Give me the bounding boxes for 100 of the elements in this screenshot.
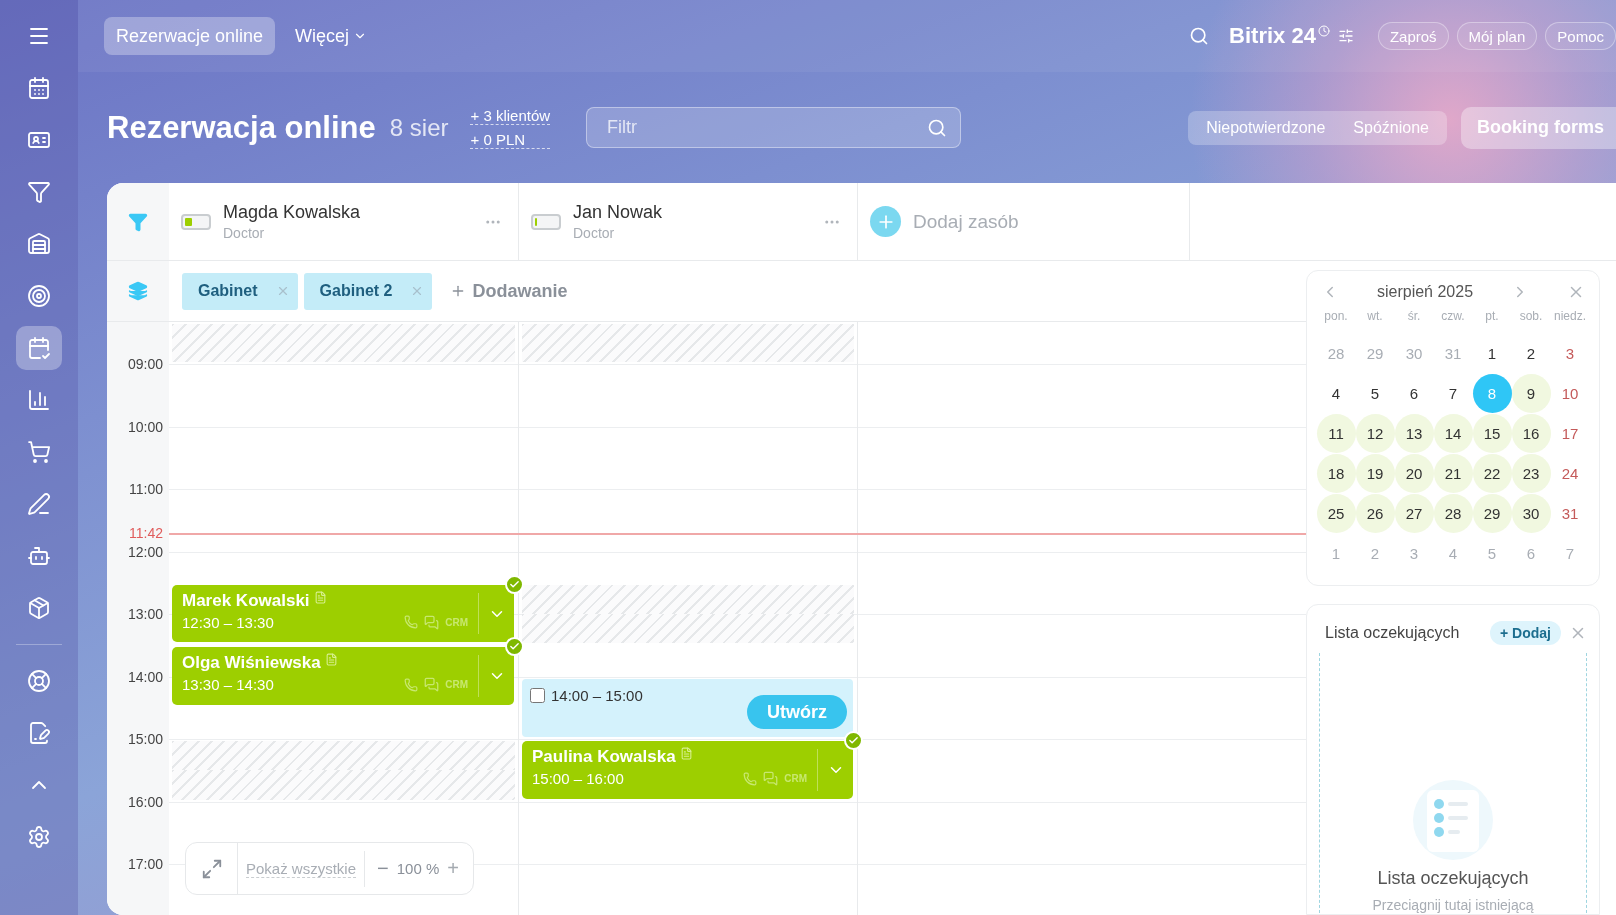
zoom-out-button[interactable]: − — [375, 857, 391, 880]
chat-icon[interactable] — [424, 614, 440, 630]
calendar-day[interactable]: 5 — [1355, 374, 1395, 413]
empty-title: Lista oczekujących — [1377, 868, 1529, 889]
calendar-day[interactable]: 19 — [1355, 454, 1395, 493]
tag-label: Gabinet — [198, 282, 258, 300]
calendar-day[interactable]: 22 — [1472, 454, 1512, 493]
booking-card[interactable]: Paulina Kowalska 15:00 – 16:00 CRM — [522, 741, 853, 799]
filter-icon[interactable] — [128, 211, 148, 232]
calendar-day[interactable]: 30 — [1511, 494, 1551, 533]
calendar-day[interactable]: 26 — [1355, 494, 1395, 533]
sliders-icon[interactable] — [1337, 28, 1354, 44]
booking-card[interactable]: Marek Kowalski 12:30 – 13:30 CRM — [172, 584, 514, 643]
chat-icon[interactable] — [424, 677, 440, 693]
weekday-label: czw. — [1440, 308, 1466, 325]
weekday-label: śr. — [1406, 308, 1422, 325]
calendar-day[interactable]: 8 — [1472, 374, 1512, 413]
calendar-day[interactable]: 5 — [1472, 534, 1512, 573]
hour-label: 14:00 — [127, 668, 163, 685]
calendar-day[interactable]: 14 — [1433, 414, 1473, 453]
layers-icon[interactable] — [128, 281, 148, 301]
phone-icon[interactable] — [743, 771, 758, 786]
add-tag-button[interactable]: Dodawanie — [444, 279, 574, 303]
hour-label: 16:00 — [127, 793, 163, 810]
calendar-day[interactable]: 30 — [1394, 334, 1434, 373]
calendar-day[interactable]: 4 — [1316, 374, 1356, 413]
create-button[interactable]: Utwórz — [747, 695, 847, 729]
header-button[interactable]: Mój plan — [1456, 22, 1538, 50]
calendar-day[interactable]: 12 — [1355, 414, 1395, 453]
calendar-day[interactable]: 1 — [1472, 334, 1512, 373]
header-button[interactable]: Pomoc — [1545, 22, 1616, 50]
calendar-day[interactable]: 20 — [1394, 454, 1434, 493]
booking-time: 13:30 – 14:30 — [182, 676, 274, 694]
zoom-in-button[interactable]: + — [445, 857, 461, 880]
filter-field[interactable]: Filtr — [586, 107, 962, 148]
page-date: 8 sier — [389, 113, 449, 142]
calendar-day[interactable]: 7 — [1550, 534, 1590, 573]
weekday-label: pt. — [1484, 308, 1500, 325]
resource-name: Magda Kowalska — [223, 202, 362, 223]
calendar-day[interactable]: 16 — [1511, 414, 1551, 453]
calendar-day[interactable]: 2 — [1511, 334, 1551, 373]
calendar-day[interactable]: 27 — [1394, 494, 1434, 533]
list-illustration-icon — [1413, 780, 1493, 860]
stat-link[interactable]: + 0 PLN — [470, 130, 551, 149]
logo-text: Bitrix 24 — [1229, 23, 1316, 49]
calendar-day[interactable]: 3 — [1394, 534, 1434, 573]
top-tab[interactable]: Więcej — [283, 17, 380, 55]
calendar-day[interactable]: 7 — [1433, 374, 1473, 413]
tag-chip[interactable]: Gabinet 2 — [303, 272, 433, 310]
calendar-day[interactable]: 21 — [1433, 454, 1473, 493]
phone-icon[interactable] — [404, 677, 419, 692]
calendar-day[interactable]: 24 — [1550, 454, 1590, 493]
calendar-check-icon[interactable] — [16, 326, 62, 370]
calendar-day[interactable]: 2 — [1355, 534, 1395, 573]
status-filter-button[interactable]: Niepotwierdzone — [1192, 113, 1340, 142]
show-all-link[interactable]: Pokaż wszystkie — [246, 859, 357, 878]
calendar-day[interactable]: 4 — [1433, 534, 1473, 573]
calendar-day[interactable]: 17 — [1550, 414, 1590, 453]
header-button[interactable]: Zaproś — [1377, 22, 1449, 50]
empty-hint: Przeciągnij tutaj istniejącą — [1372, 897, 1534, 913]
hour-label: 11:00 — [129, 481, 163, 497]
weekday-label: sob. — [1518, 308, 1544, 325]
search-icon[interactable] — [927, 117, 948, 138]
search-icon[interactable] — [1189, 26, 1210, 46]
waitlist-title: Lista oczekujących — [1325, 624, 1461, 642]
calendar-day[interactable]: 28 — [1433, 494, 1473, 533]
booking-time: 12:30 – 13:30 — [182, 613, 274, 631]
calendar-day[interactable]: 1 — [1316, 534, 1356, 573]
add-resource-button[interactable]: Dodaj zasób — [870, 206, 1019, 237]
hour-label: 15:00 — [127, 731, 163, 747]
booking-card[interactable]: Olga Wiśniewska 13:30 – 14:30 CRM — [172, 647, 514, 705]
client-name: Olga Wiśniewska — [182, 653, 468, 674]
chat-icon[interactable] — [763, 771, 779, 786]
status-filter-button[interactable]: Spóźnione — [1339, 113, 1443, 142]
calendar-day[interactable]: 6 — [1394, 374, 1434, 413]
calendar-day[interactable]: 29 — [1472, 494, 1512, 533]
calendar-day[interactable]: 18 — [1316, 454, 1356, 493]
hour-label: 10:00 — [127, 418, 163, 435]
client-name: Paulina Kowalska — [532, 747, 807, 767]
calendar-day[interactable]: 13 — [1394, 414, 1434, 453]
phone-icon[interactable] — [404, 615, 419, 630]
calendar-day[interactable]: 28 — [1316, 334, 1356, 373]
calendar-day[interactable]: 10 — [1550, 374, 1590, 413]
booking-time: 15:00 – 16:00 — [532, 770, 624, 787]
weekday-label: pon. — [1323, 308, 1349, 325]
calendar-day[interactable]: 31 — [1433, 334, 1473, 373]
slot-checkbox[interactable] — [530, 687, 545, 703]
tag-chip[interactable]: Gabinet — [182, 272, 298, 310]
add-button[interactable]: + Dodaj — [1490, 621, 1561, 645]
calendar-day[interactable]: 3 — [1550, 334, 1590, 373]
calendar-day[interactable]: 23 — [1511, 454, 1551, 493]
calendar-day[interactable]: 6 — [1511, 534, 1551, 573]
calendar-day[interactable]: 31 — [1550, 494, 1590, 533]
stat-link[interactable]: + 3 klientów — [470, 106, 551, 125]
calendar-day[interactable]: 15 — [1472, 414, 1512, 453]
calendar-day[interactable]: 11 — [1316, 414, 1356, 453]
top-tab[interactable]: Rezerwacje online — [104, 17, 276, 55]
calendar-day[interactable]: 29 — [1355, 334, 1395, 373]
calendar-day[interactable]: 25 — [1316, 494, 1356, 533]
calendar-day[interactable]: 9 — [1511, 374, 1551, 413]
